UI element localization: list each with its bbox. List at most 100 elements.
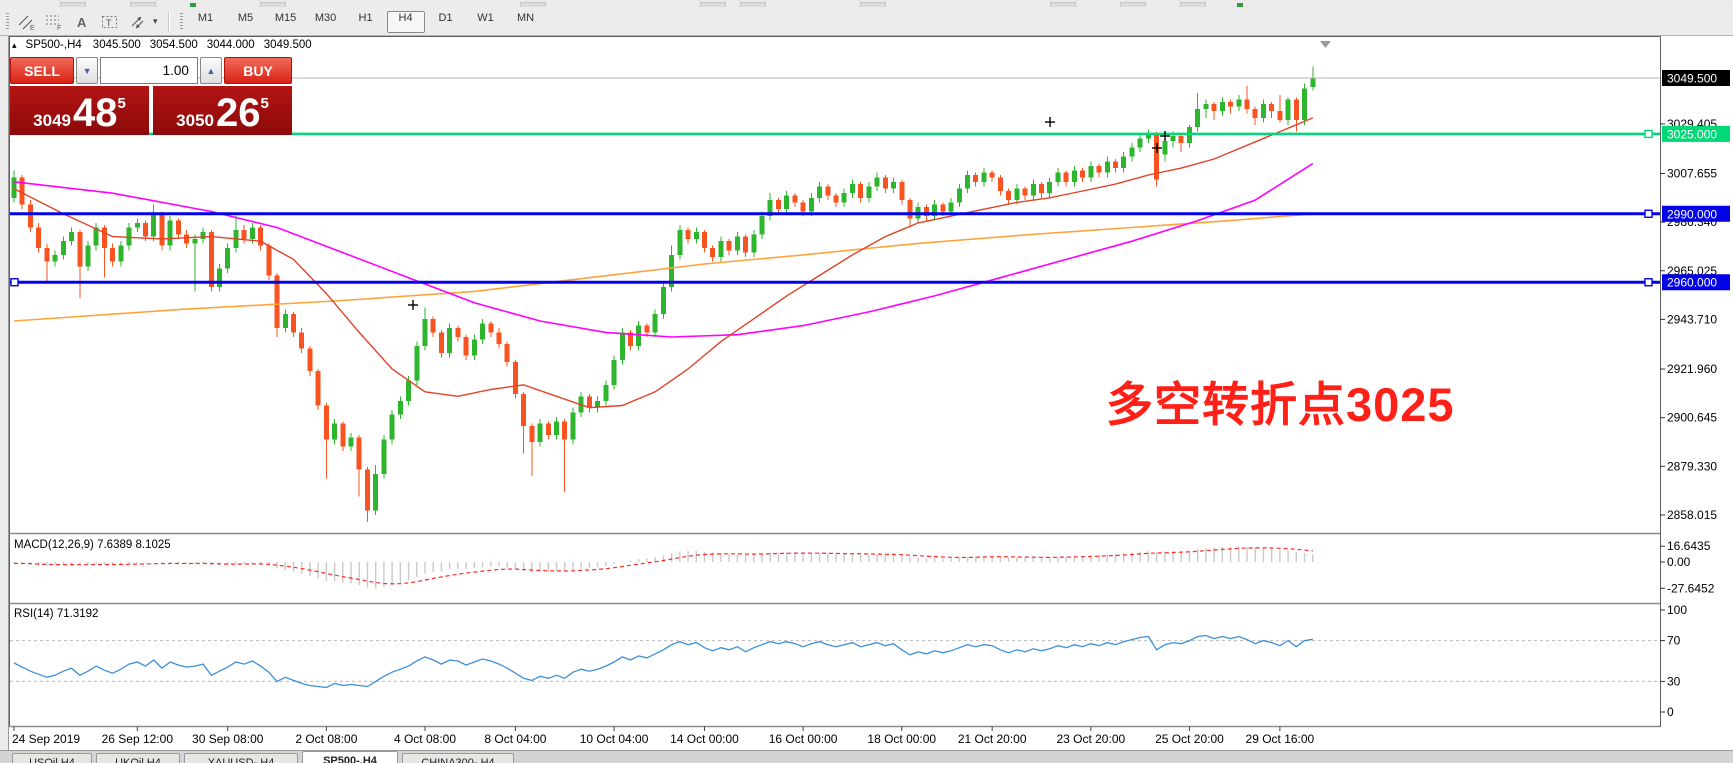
time-tick-label: 23 Oct 20:00: [1056, 732, 1125, 746]
timeframe-button-w1[interactable]: W1: [467, 11, 505, 33]
one-click-trade-panel: SELL ▼ 1.00 ▲ BUY 3049485 3050265: [10, 57, 292, 135]
buy-price-handle: 3050: [176, 112, 214, 129]
price-tick-label: 2879.330: [1667, 459, 1717, 473]
clipped-button: [860, 2, 886, 7]
close-value: 3049.500: [264, 39, 312, 51]
buy-price-fraction: 5: [260, 96, 268, 111]
text-label-tool-button[interactable]: T: [96, 10, 124, 34]
clipped-button: [1120, 2, 1146, 7]
timeframe-button-m5[interactable]: M5: [227, 11, 265, 33]
svg-text:E: E: [30, 25, 35, 31]
timeframe-button-d1[interactable]: D1: [427, 11, 465, 33]
volume-increase-button[interactable]: ▲: [200, 57, 222, 84]
timeframe-button-m1[interactable]: M1: [187, 11, 225, 33]
clipped-button: [260, 2, 286, 7]
timeframe-button-h4[interactable]: H4: [387, 11, 425, 33]
price-tick-label: 2900.645: [1667, 411, 1717, 425]
rsi-tick-label: 30: [1667, 674, 1681, 688]
fibonacci-tool-button[interactable]: F: [40, 10, 68, 34]
chart-text-annotation[interactable]: 多空转折点3025: [1106, 366, 1455, 435]
price-tick-label: 2943.710: [1667, 312, 1717, 326]
collapse-icon[interactable]: ▴: [12, 40, 17, 51]
chart-title: ▴ SP500-,H4 3045.500 3054.500 3044.000 3…: [12, 39, 312, 51]
chart-background: [8, 35, 1733, 750]
clipped-status-icon: [1237, 3, 1243, 7]
hline-price-label: 2960.000: [1667, 276, 1717, 290]
equidistant-channel-tool-icon: E: [16, 13, 36, 31]
hline-handle: [11, 279, 18, 286]
macd-tick-label: 0.00: [1667, 555, 1691, 569]
sell-price-handle: 3049: [33, 112, 71, 129]
timeframe-button-mn[interactable]: MN: [507, 11, 545, 33]
timeframe-button-h1[interactable]: H1: [347, 11, 385, 33]
sell-price-fraction: 5: [117, 96, 125, 111]
svg-text:A: A: [77, 15, 87, 30]
text-label-tool-icon: T: [100, 13, 120, 31]
open-value: 3045.500: [93, 39, 141, 51]
current-price-label: 3049.500: [1667, 72, 1717, 86]
clipped-button: [1180, 2, 1206, 7]
chart-tab-ukoil-h4[interactable]: UKOil,H4: [96, 753, 180, 763]
chart-tab-usoil-h4[interactable]: USOil,H4: [12, 753, 92, 763]
hline-handle: [1645, 210, 1652, 217]
volume-input[interactable]: 1.00: [100, 57, 198, 84]
arrows-tool-icon: [128, 13, 148, 31]
clipped-button: [1050, 2, 1076, 7]
rsi-tick-label: 100: [1667, 603, 1687, 617]
time-tick-label: 21 Oct 20:00: [958, 732, 1027, 746]
sell-button[interactable]: SELL: [10, 57, 74, 84]
hline-handle: [1645, 279, 1652, 286]
equidistant-channel-tool-button[interactable]: E: [12, 10, 40, 34]
sell-price-box[interactable]: 3049485: [10, 86, 149, 135]
time-tick-label: 26 Sep 12:00: [102, 732, 174, 746]
fibonacci-tool-icon: F: [44, 13, 64, 31]
text-tool-icon: A: [72, 13, 92, 31]
time-tick-label: 16 Oct 00:00: [769, 732, 838, 746]
buy-price-pips: 26: [216, 97, 261, 129]
timeframe-button-m15[interactable]: M15: [267, 11, 305, 33]
high-value: 3054.500: [150, 39, 198, 51]
time-tick-label: 29 Oct 16:00: [1246, 732, 1315, 746]
chart-tab-china300-h4[interactable]: CHINA300-,H4: [402, 753, 514, 763]
clipped-button: [130, 2, 156, 7]
time-tick-label: 18 Oct 00:00: [867, 732, 936, 746]
toolbar-separator: [168, 12, 170, 32]
hline-price-label: 2990.000: [1667, 207, 1717, 221]
arrows-dropdown-caret[interactable]: ▾: [153, 16, 158, 27]
chart-tab-sp500-h4[interactable]: SP500-,H4: [302, 751, 398, 763]
arrows-tool-button[interactable]: [124, 10, 152, 34]
svg-text:F: F: [57, 25, 61, 31]
volume-decrease-button[interactable]: ▼: [76, 57, 98, 84]
sell-price-pips: 48: [73, 97, 118, 129]
clipped-button: [700, 2, 726, 7]
hline-price-label: 3025.000: [1667, 127, 1717, 141]
rsi-tick-label: 0: [1667, 705, 1674, 719]
clipped-button: [740, 2, 766, 7]
window-left-frame: [0, 35, 9, 763]
toolbar-grip[interactable]: [180, 13, 183, 31]
spin-down-icon: ▼: [83, 66, 92, 76]
chart-tab-bar: USOil,H4 UKOil,H4 XAUUSD-,H4 SP500-,H4 CHINA…: [0, 750, 1733, 763]
spin-up-icon: ▲: [206, 66, 215, 76]
text-tool-button[interactable]: A: [68, 10, 96, 34]
timeframe-button-m30[interactable]: M30: [307, 11, 345, 33]
time-tick-label: 14 Oct 00:00: [670, 732, 739, 746]
buy-button[interactable]: BUY: [224, 57, 292, 84]
chart-tab-xauusd-h4[interactable]: XAUUSD-,H4: [184, 753, 298, 763]
clipped-status-icon: [190, 3, 196, 7]
line-studies-toolbar: E F A T ▾ M1M5M15M30H1H4D1W1MN: [0, 8, 1733, 36]
toolbar-grip[interactable]: [6, 13, 9, 31]
time-tick-label: 2 Oct 08:00: [295, 732, 357, 746]
macd-tick-label: 16.6435: [1667, 539, 1711, 553]
low-value: 3044.000: [207, 39, 255, 51]
rsi-indicator-label: RSI(14) 71.3192: [14, 608, 98, 620]
price-tick-label: 3007.655: [1667, 166, 1717, 180]
svg-text:T: T: [106, 18, 112, 28]
buy-price-box[interactable]: 3050265: [153, 86, 292, 135]
clipped-button: [60, 2, 86, 7]
macd-indicator-label: MACD(12,26,9) 7.6389 8.1025: [14, 539, 171, 551]
macd-tick-label: -27.6452: [1667, 581, 1715, 595]
time-tick-label: 8 Oct 04:00: [484, 732, 546, 746]
time-tick-label: 10 Oct 04:00: [580, 732, 649, 746]
trading-terminal: EFAT ▾ M1M5M15M30H1H4D1W1MN 3029.4053007…: [0, 0, 1733, 763]
